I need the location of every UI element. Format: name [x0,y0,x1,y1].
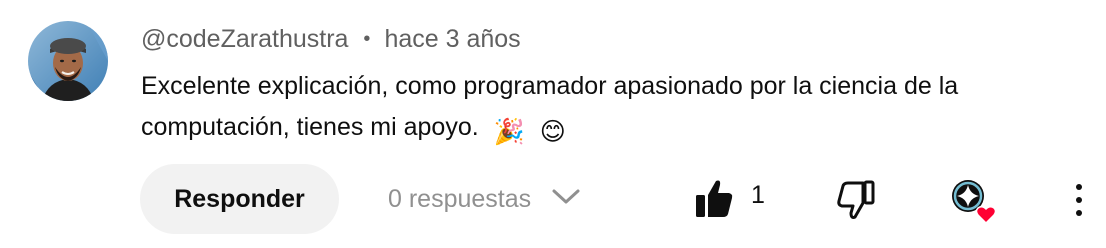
comment-text: Excelente explicación, como programador … [141,66,1081,153]
comment-header: @codeZarathustra • hace 3 años [141,22,521,56]
more-vertical-icon-dot [1076,197,1082,203]
published-time[interactable]: hace 3 años [384,25,520,54]
like-count: 1 [751,181,765,209]
smiling-face-emoji: 😊 [539,118,566,146]
thumb-up-filled-icon [696,180,733,217]
more-options-button[interactable] [1064,178,1094,222]
replies-toggle[interactable]: 0 respuestas [388,174,581,224]
party-popper-emoji: 🎉 [493,118,525,146]
chevron-down-icon [551,185,581,214]
avatar-image [28,21,108,101]
more-vertical-icon-dot [1076,184,1082,190]
thumb-down-outline-icon [837,180,875,219]
replies-count-label: 0 respuestas [388,184,532,213]
separator-dot: • [363,27,371,50]
author-name[interactable]: @codeZarathustra [141,25,348,54]
like-button[interactable] [694,177,734,221]
creator-heart-icon[interactable] [948,176,1000,228]
creator-heart-graphic [952,180,997,225]
comment-thread-item: @codeZarathustra • hace 3 años Excelente… [0,0,1106,248]
reply-button[interactable]: Responder [140,164,339,234]
dislike-button[interactable] [836,179,876,221]
more-vertical-icon-dot [1076,210,1082,216]
avatar[interactable] [28,21,108,101]
